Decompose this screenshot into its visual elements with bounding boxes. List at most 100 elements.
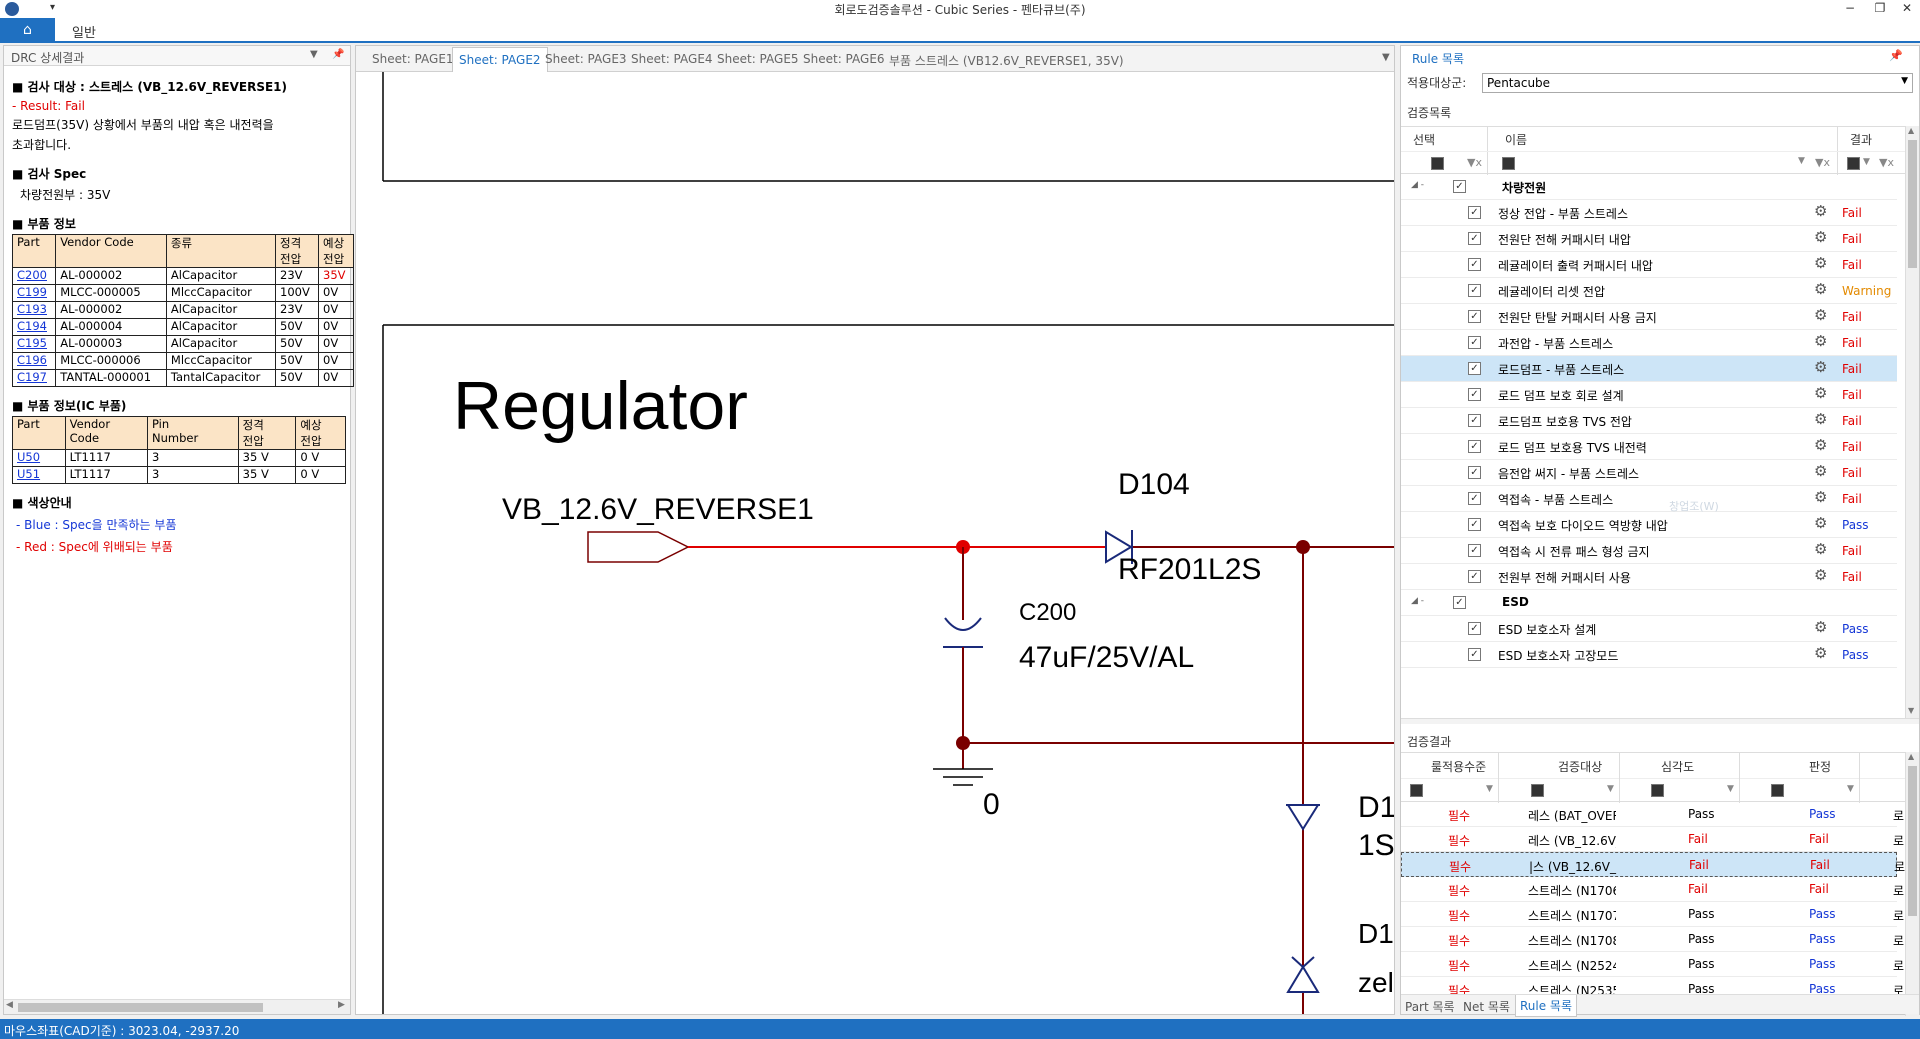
ic-part-link[interactable]: U50	[17, 450, 40, 464]
rule-item-row[interactable]: ✓ 전원부 전해 커패시터 사용 ⚙ Fail	[1401, 564, 1897, 590]
col-select[interactable]: 선택	[1413, 131, 1435, 148]
schematic-canvas[interactable]: Regulator VB_12.6V_REVERSE1 D104 RF201L2…	[356, 72, 1394, 1014]
gear-icon[interactable]: ⚙	[1814, 308, 1827, 323]
rule-item-row[interactable]: ✓ 과전압 - 부품 스트레스 ⚙ Fail	[1401, 330, 1897, 356]
gear-icon[interactable]: ⚙	[1814, 464, 1827, 479]
scroll-up-icon[interactable]: ▲	[1908, 126, 1914, 135]
scroll-thumb[interactable]	[1908, 140, 1917, 268]
restore-button[interactable]: ❐	[1865, 0, 1895, 18]
rule-item-row[interactable]: ✓ 로드 덤프 보호 회로 설계 ⚙ Fail	[1401, 382, 1897, 408]
gear-icon[interactable]: ⚙	[1814, 386, 1827, 401]
group-checkbox[interactable]: ✓	[1453, 180, 1466, 193]
rule-item-row[interactable]: ✓ 역접속 보호 다이오드 역방향 내압 ⚙ Pass	[1401, 512, 1897, 538]
rule-item-row[interactable]: ✓ 정상 전압 - 부품 스트레스 ⚙ Fail	[1401, 200, 1897, 226]
rule-item-row[interactable]: ✓ 역접속 - 부품 스트레스 ⚙ Fail	[1401, 486, 1897, 512]
gear-icon[interactable]: ⚙	[1814, 568, 1827, 583]
scroll-right-icon[interactable]: ▶	[338, 1000, 345, 1010]
rule-checkbox[interactable]: ✓	[1468, 284, 1481, 297]
part-link[interactable]: C199	[17, 285, 47, 299]
rule-item-row[interactable]: ✓ ESD 보호소자 고장모드 ⚙ Pass	[1401, 642, 1897, 668]
gear-icon[interactable]: ⚙	[1814, 412, 1827, 427]
part-link[interactable]: C195	[17, 336, 47, 350]
scroll-left-icon[interactable]: ◀	[6, 1000, 13, 1010]
zener-diode[interactable]	[1286, 965, 1320, 993]
scroll-up-icon[interactable]: ▲	[1908, 752, 1914, 761]
collapse-icon[interactable]: ◢ -	[1411, 180, 1424, 190]
rule-item-row[interactable]: ✓ 로드덤프 보호용 TVS 전압 ⚙ Fail	[1401, 408, 1897, 434]
minimize-button[interactable]: −	[1835, 0, 1865, 18]
result-row[interactable]: 필수 스트레스 (N170672 Fail Fail 로	[1401, 877, 1904, 902]
rule-group-row[interactable]: ◢ - ✓ ESD	[1401, 590, 1897, 616]
rule-checkbox[interactable]: ✓	[1468, 310, 1481, 323]
ic-part-link[interactable]: U51	[17, 467, 40, 481]
diode-d1-a[interactable]	[1286, 804, 1320, 831]
panel-dropdown-icon[interactable]: ▼	[310, 49, 318, 60]
part-link[interactable]: C193	[17, 302, 47, 316]
tab-sheet-page5[interactable]: Sheet: PAGE5	[717, 52, 799, 66]
result-row[interactable]: 필수 레스 (VB_12.6V_REV Fail Fail 로	[1401, 827, 1904, 852]
tab-general[interactable]: 일반	[72, 22, 96, 41]
gear-icon[interactable]: ⚙	[1814, 490, 1827, 505]
rule-item-row[interactable]: ✓ 전원단 탄탈 커패시터 사용 금지 ⚙ Fail	[1401, 304, 1897, 330]
tab-sheet-page1[interactable]: Sheet: PAGE1	[372, 52, 454, 66]
part-link[interactable]: C200	[17, 268, 47, 282]
filter-dropdown-icon[interactable]: ▼	[1863, 157, 1870, 167]
panel-splitter[interactable]	[1401, 718, 1919, 724]
gear-icon[interactable]: ⚙	[1814, 204, 1827, 219]
rule-item-row[interactable]: ✓ 역접속 시 전류 패스 형성 금지 ⚙ Fail	[1401, 538, 1897, 564]
filter-level-checkbox[interactable]	[1410, 784, 1423, 797]
rule-checkbox[interactable]: ✓	[1468, 388, 1481, 401]
gear-icon[interactable]: ⚙	[1814, 360, 1827, 375]
rule-checkbox[interactable]: ✓	[1468, 466, 1481, 479]
tab-part-list[interactable]: Part 목록	[1405, 998, 1455, 1015]
col-severity[interactable]: 심각도	[1661, 758, 1694, 775]
rule-checkbox[interactable]: ✓	[1468, 362, 1481, 375]
pin-icon[interactable]: 📌	[1889, 49, 1903, 62]
rule-checkbox[interactable]: ✓	[1468, 648, 1481, 661]
col-rule-level[interactable]: 룰적용수준	[1431, 758, 1486, 775]
scroll-thumb[interactable]	[18, 1003, 263, 1012]
filter-target-checkbox[interactable]	[1531, 784, 1544, 797]
scroll-down-icon[interactable]: ▼	[1908, 706, 1914, 715]
part-link[interactable]: C196	[17, 353, 47, 367]
clear-filter-icon[interactable]: ▼x	[1467, 156, 1482, 169]
gear-icon[interactable]: ⚙	[1814, 620, 1827, 635]
gear-icon[interactable]: ⚙	[1814, 516, 1827, 531]
filter-dropdown-icon[interactable]: ▼	[1847, 784, 1854, 794]
gear-icon[interactable]: ⚙	[1814, 646, 1827, 661]
rule-item-row[interactable]: ✓ 음전압 써지 - 부품 스트레스 ⚙ Fail	[1401, 460, 1897, 486]
close-button[interactable]: ✕	[1892, 0, 1920, 18]
tab-sheet-page4[interactable]: Sheet: PAGE4	[631, 52, 713, 66]
rule-item-row[interactable]: ✓ 전원단 전해 커패시터 내압 ⚙ Fail	[1401, 226, 1897, 252]
col-name[interactable]: 이름	[1505, 131, 1527, 148]
tab-rule-list[interactable]: Rule 목록	[1515, 995, 1578, 1017]
result-row[interactable]: 필수 스트레스 (N170866 Pass Pass 로	[1401, 927, 1904, 952]
tab-part-stress[interactable]: 부품 스트레스 (VB12.6V_REVERSE1, 35V)	[889, 52, 1124, 69]
rule-checkbox[interactable]: ✓	[1468, 206, 1481, 219]
filter-result-checkbox[interactable]	[1847, 157, 1860, 170]
col-target[interactable]: 검증대상	[1558, 758, 1602, 775]
filter-verdict-checkbox[interactable]	[1771, 784, 1784, 797]
tab-net-list[interactable]: Net 목록	[1463, 998, 1510, 1015]
gear-icon[interactable]: ⚙	[1814, 334, 1827, 349]
tab-sheet-page6[interactable]: Sheet: PAGE6	[803, 52, 885, 66]
rule-checkbox[interactable]: ✓	[1468, 570, 1481, 583]
rule-item-row[interactable]: ✓ 로드덤프 - 부품 스트레스 ⚙ Fail	[1401, 356, 1897, 382]
filter-dropdown-icon[interactable]: ▼	[1607, 784, 1614, 794]
rule-item-row[interactable]: ✓ 레귤레이터 리셋 전압 ⚙ Warning	[1401, 278, 1897, 304]
rule-group-row[interactable]: ◢ - ✓ 차량전원	[1401, 174, 1897, 200]
rule-checkbox[interactable]: ✓	[1468, 232, 1481, 245]
rule-checkbox[interactable]: ✓	[1468, 414, 1481, 427]
rule-item-row[interactable]: ✓ 레귤레이터 출력 커패시터 내압 ⚙ Fail	[1401, 252, 1897, 278]
gear-icon[interactable]: ⚙	[1814, 438, 1827, 453]
filter-dropdown-icon[interactable]: ▼	[1727, 784, 1734, 794]
rule-checkbox[interactable]: ✓	[1468, 258, 1481, 271]
target-group-select[interactable]: Pentacube ▼	[1482, 73, 1913, 93]
group-checkbox[interactable]: ✓	[1453, 596, 1466, 609]
clear-filter-icon[interactable]: ▼x	[1879, 156, 1894, 169]
result-row[interactable]: 필수 레스 (BAT_OVERVOL Pass Pass 로	[1401, 802, 1904, 827]
filter-severity-checkbox[interactable]	[1651, 784, 1664, 797]
rule-checkbox[interactable]: ✓	[1468, 544, 1481, 557]
rule-checkbox[interactable]: ✓	[1468, 336, 1481, 349]
gear-icon[interactable]: ⚙	[1814, 542, 1827, 557]
